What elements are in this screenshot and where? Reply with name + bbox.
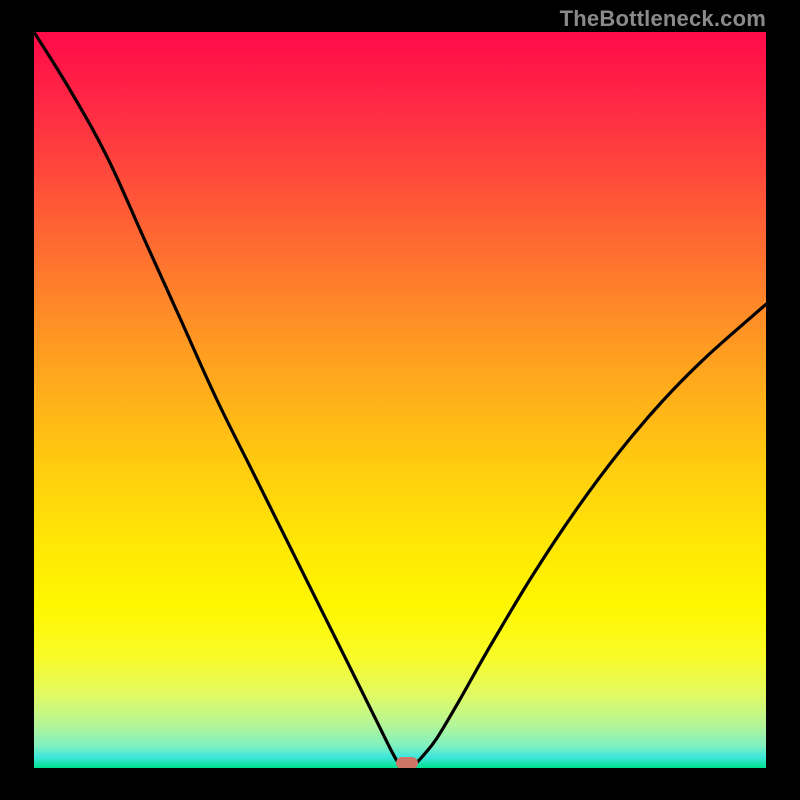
- plot-area: [34, 32, 766, 768]
- bottleneck-curve: [34, 32, 766, 768]
- minimum-marker: [396, 757, 418, 768]
- chart-frame: TheBottleneck.com: [0, 0, 800, 800]
- watermark-text: TheBottleneck.com: [560, 6, 766, 32]
